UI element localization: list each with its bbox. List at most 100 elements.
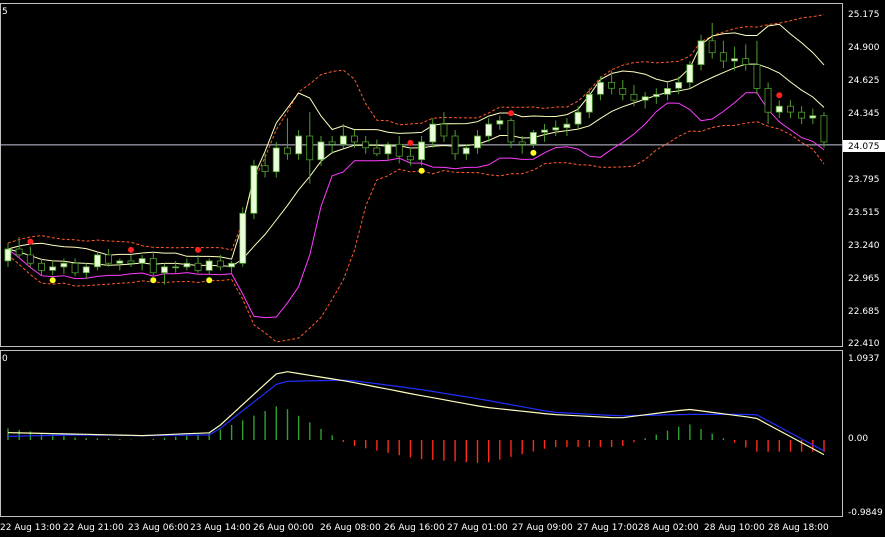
sell-signal-dot: [128, 246, 134, 253]
signal-dots-layer: [27, 92, 783, 284]
candle-body: [60, 262, 68, 268]
main-panel-frame: [0, 3, 843, 347]
time-label: 22 Aug 21:00: [63, 523, 124, 533]
osc-axis: 1.0937 0.00 -0.9849: [848, 354, 883, 518]
candle-body: [194, 262, 202, 271]
candle-body: [116, 260, 124, 264]
price-label: 24.345: [848, 109, 880, 119]
candle-body: [485, 123, 493, 137]
candle-body: [742, 58, 750, 65]
candle-body: [473, 135, 481, 149]
candle-body: [172, 266, 180, 269]
candle-body: [38, 262, 45, 271]
candle-body: [652, 93, 660, 98]
candle-body: [228, 262, 235, 268]
candle-body: [138, 258, 146, 264]
candle-body: [820, 115, 828, 143]
oscillator-layer: [7, 371, 825, 463]
candle-body: [440, 123, 448, 137]
candle-body: [15, 248, 23, 256]
candle-body: [160, 266, 168, 274]
candle-body: [261, 165, 269, 172]
time-label: 26 Aug 16:00: [384, 523, 445, 533]
candle-body: [798, 111, 806, 119]
candle-body: [384, 143, 392, 155]
candle-body: [731, 58, 738, 62]
sell-signal-dot: [27, 238, 34, 245]
candle-body: [339, 135, 347, 145]
candle-body: [406, 155, 414, 161]
candle-body: [462, 147, 470, 155]
candle-body: [149, 258, 157, 274]
osc-label: -0.9849: [848, 508, 883, 518]
candle-body: [26, 254, 34, 264]
candle-body: [719, 52, 727, 62]
candle-body: [675, 82, 683, 89]
price-label: 22.410: [848, 339, 880, 349]
candle-body: [205, 260, 213, 271]
sell-signal-dot: [508, 110, 514, 117]
candle-body: [127, 260, 135, 264]
candle-body: [552, 127, 560, 131]
oscillator-main-line: [7, 371, 825, 456]
trading-chart: 5 0 25.175 24.900 24.625 24.345 23.795 2…: [0, 3, 885, 533]
candle-body: [250, 165, 258, 214]
osc-panel-frame: [0, 350, 843, 517]
candle-body: [753, 64, 761, 89]
oscillator-signal-line: [7, 379, 825, 452]
candle-body: [451, 135, 459, 155]
current-price-label: 24.075: [848, 142, 880, 152]
sell-signal-dot: [195, 246, 201, 253]
time-label: 28 Aug 02:00: [638, 523, 699, 533]
candle-body: [574, 111, 582, 125]
candle-body: [608, 82, 615, 89]
osc-label: 0.00: [848, 434, 868, 444]
osc-corner-label: 0: [2, 354, 8, 364]
bollinger-middle: [7, 63, 825, 267]
candle-body: [295, 135, 303, 155]
time-label: 23 Aug 14:00: [190, 523, 251, 533]
bollinger-lower-inner: [7, 92, 825, 319]
time-label: 26 Aug 08:00: [320, 523, 381, 533]
bollinger-lower-outer: [7, 121, 825, 343]
time-label: 26 Aug 00:00: [253, 523, 314, 533]
time-label: 22 Aug 13:00: [0, 523, 61, 533]
time-label: 27 Aug 09:00: [512, 523, 573, 533]
candle-body: [775, 105, 783, 113]
candle-body: [529, 131, 537, 145]
candle-body: [71, 262, 79, 274]
candle-body: [641, 96, 649, 101]
price-label: 23.515: [848, 208, 880, 218]
candle-body: [597, 82, 604, 95]
candle-body: [362, 141, 370, 149]
price-label: 22.685: [848, 307, 880, 317]
candle-body: [373, 147, 381, 155]
candle-body: [630, 93, 638, 101]
candle-body: [764, 88, 772, 113]
price-axis: 25.175 24.900 24.625 24.345 23.795 23.51…: [848, 10, 880, 349]
candles-layer: [4, 22, 828, 285]
buy-signal-dot: [418, 167, 425, 174]
candle-body: [418, 141, 425, 161]
time-label: 27 Aug 01:00: [447, 523, 508, 533]
candle-body: [395, 143, 403, 157]
candle-body: [317, 141, 325, 161]
candle-body: [350, 135, 358, 143]
time-axis: 22 Aug 13:00 22 Aug 21:00 23 Aug 06:00 2…: [0, 523, 829, 533]
buy-signal-dot: [206, 277, 213, 284]
candle-body: [686, 64, 694, 83]
candle-body: [183, 262, 191, 268]
sell-signal-dot: [407, 139, 414, 146]
time-label: 27 Aug 17:00: [577, 523, 638, 533]
candle-body: [239, 212, 247, 264]
candle-body: [272, 147, 280, 173]
candle-body: [664, 88, 671, 95]
candle-body: [306, 135, 314, 161]
candle-body: [82, 266, 90, 274]
time-label: 23 Aug 06:00: [128, 523, 189, 533]
candle-body: [216, 260, 224, 268]
candle-body: [49, 266, 57, 271]
candle-body: [708, 40, 716, 54]
candle-body: [507, 120, 515, 143]
buy-signal-dot: [49, 277, 56, 284]
